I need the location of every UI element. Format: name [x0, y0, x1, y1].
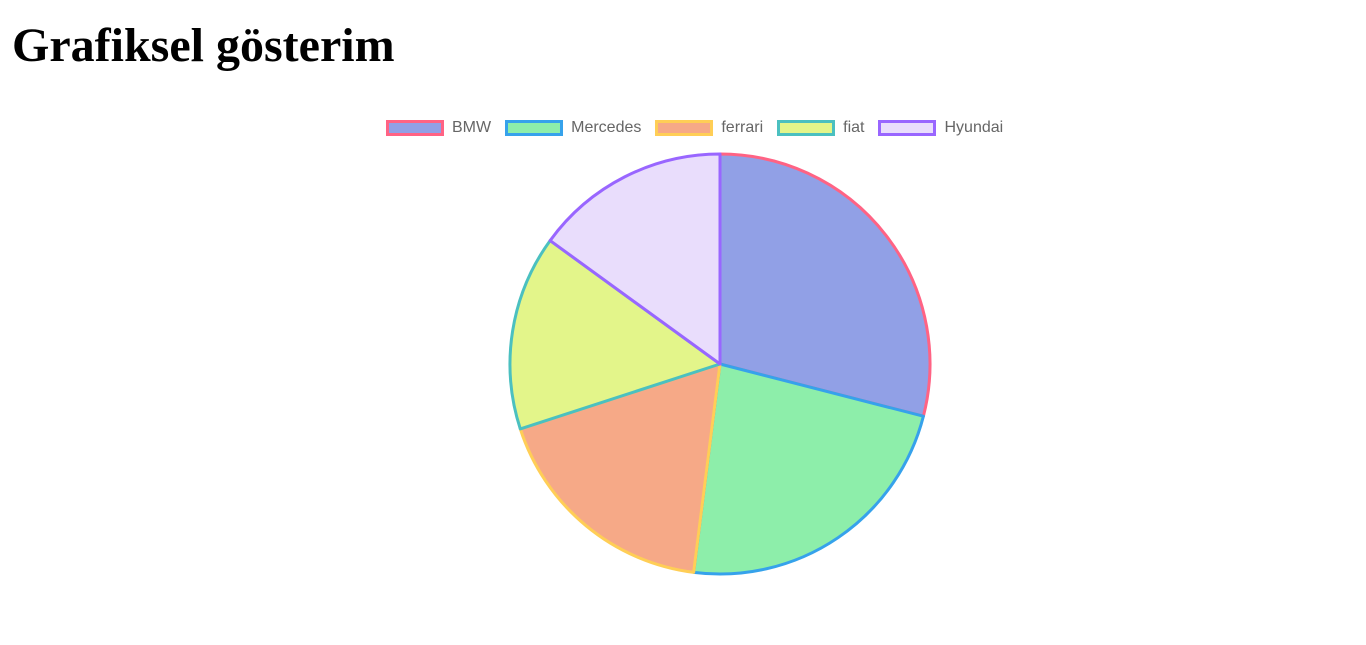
- pie-slices: [508, 152, 932, 576]
- pie-chart: [508, 152, 932, 576]
- page: Grafiksel gösterim BMW Mercedes ferrari fia…: [0, 0, 1366, 645]
